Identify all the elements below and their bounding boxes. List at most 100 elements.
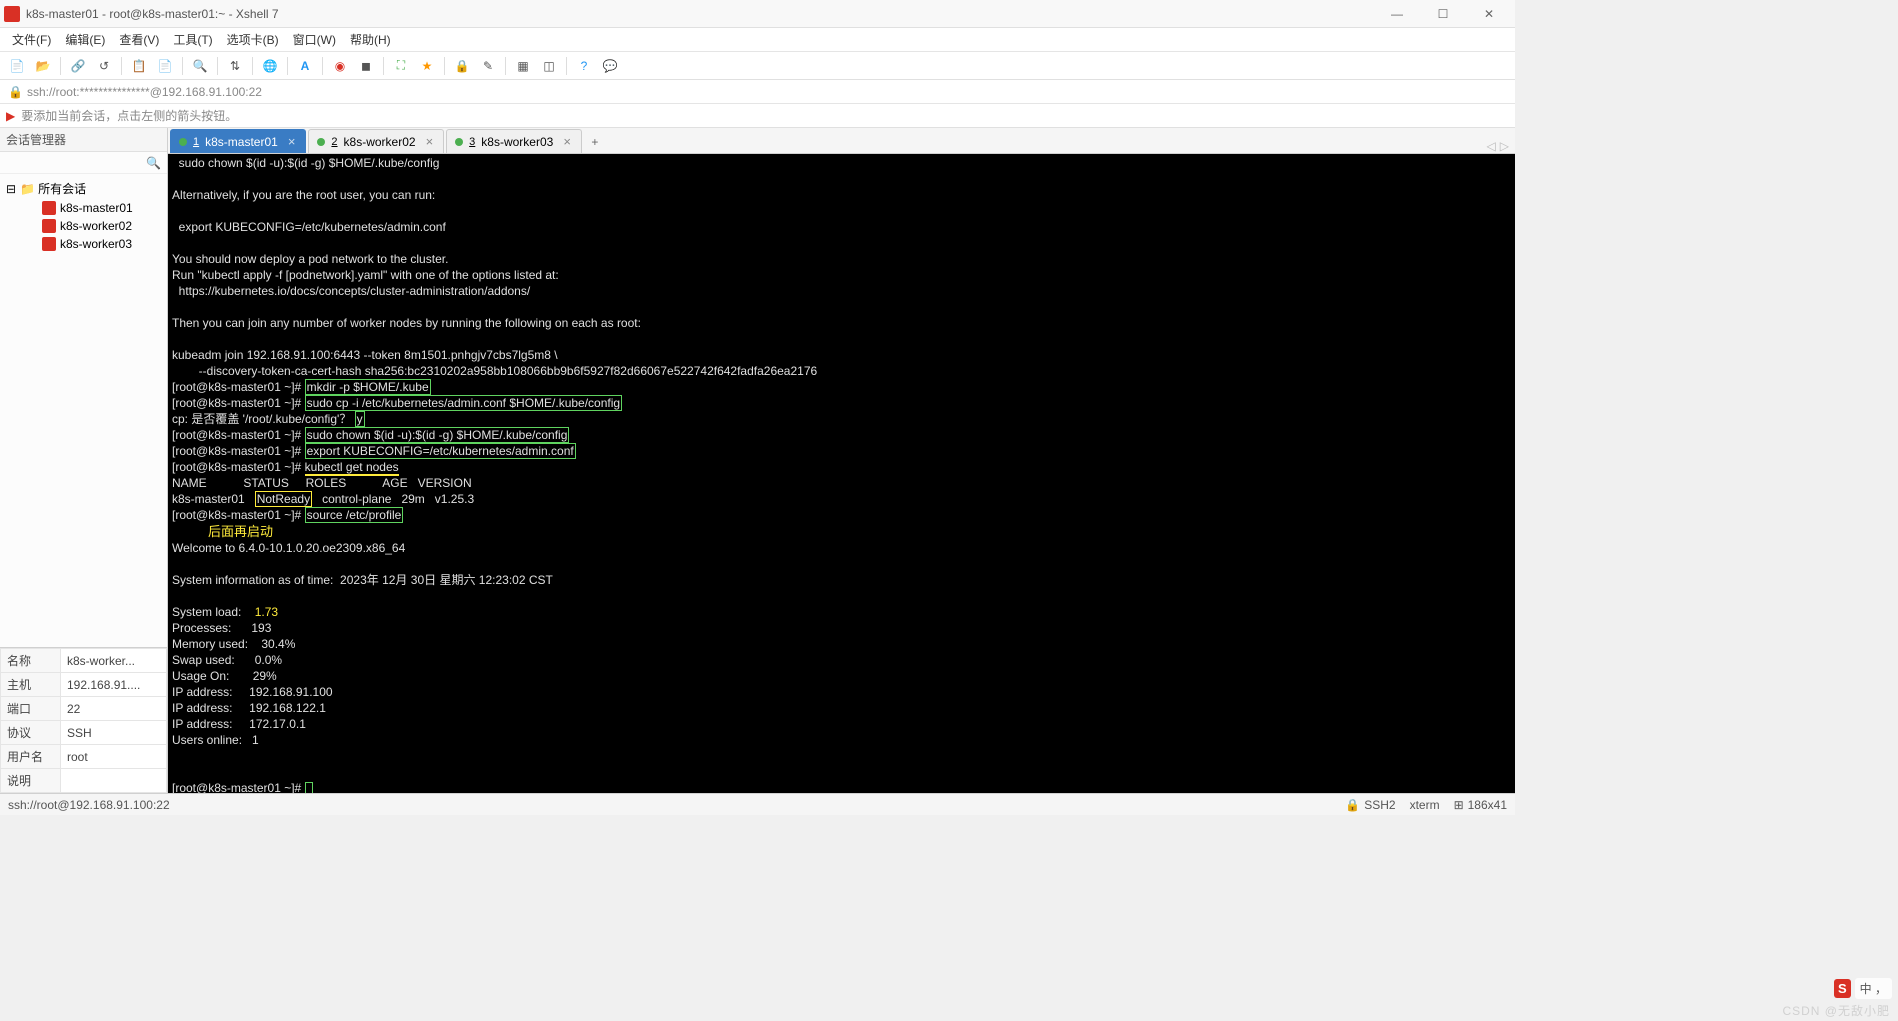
tab-prev-icon[interactable]: ◁ [1487,139,1496,153]
term-prompt: [root@k8s-master01 ~]# [172,396,305,410]
tab-close-icon[interactable]: × [288,134,296,149]
term-line: Usage On: 29% [172,669,277,683]
address-text: ssh://root:***************@192.168.91.10… [27,85,262,99]
term-line: sudo chown $(id -u):$(id -g) $HOME/.kube… [172,156,439,170]
toolbar-sep [566,57,567,75]
tab-next-icon[interactable]: ▷ [1500,139,1509,153]
term-node: k8s-master01 [172,492,255,506]
term-cmd: sudo chown $(id -u):$(id -g) $HOME/.kube… [305,427,570,443]
open-icon[interactable]: 📂 [32,55,54,77]
toolbar-sep [322,57,323,75]
watermark: CSDN @无敌小肥 [1782,1002,1890,1019]
term-line: export KUBECONFIG=/etc/kubernetes/admin.… [172,220,446,234]
fullscreen-icon[interactable]: ⛶ [390,55,412,77]
status-term: xterm [1410,798,1440,812]
tree-session-item[interactable]: k8s-worker02 [2,217,165,235]
favorite-icon[interactable]: ★ [416,55,438,77]
term-node-rest: control-plane 29m v1.25.3 [312,492,474,506]
stop-icon[interactable]: ◼ [355,55,377,77]
prop-row: 主机192.168.91.... [1,673,167,697]
address-bar[interactable]: 🔒 ssh://root:***************@192.168.91.… [0,80,1515,104]
prop-key: 名称 [1,649,61,673]
term-label: System load: [172,605,255,619]
term-line: IP address: 192.168.122.1 [172,701,326,715]
menu-view[interactable]: 查看(V) [113,29,165,50]
term-line: Then you can join any number of worker n… [172,316,641,330]
tab-add-button[interactable]: + [584,131,606,153]
sidebar-search[interactable]: 🔍 [0,152,167,174]
close-button[interactable]: ✕ [1467,1,1511,27]
help-icon[interactable]: ? [573,55,595,77]
menu-file[interactable]: 文件(F) [6,29,57,50]
chat-icon[interactable]: 💬 [599,55,621,77]
tab-close-icon[interactable]: × [426,134,434,149]
window-controls: — ☐ ✕ [1375,1,1511,27]
tab-label: k8s-master01 [205,135,278,149]
term-line: Alternatively, if you are the root user,… [172,188,435,202]
terminal-cursor [305,782,313,793]
split-icon[interactable]: ◫ [538,55,560,77]
term-line: kubeadm join 192.168.91.100:6443 --token… [172,348,558,362]
paste-icon[interactable]: 📄 [154,55,176,77]
tree-root[interactable]: ⊟ 📁 所有会话 [2,178,165,199]
menubar: 文件(F) 编辑(E) 查看(V) 工具(T) 选项卡(B) 窗口(W) 帮助(… [0,28,1515,52]
tab-session[interactable]: 2 k8s-worker02 × [308,129,444,153]
grid-icon: ⊞ [1454,798,1464,812]
status-dot-icon [455,138,463,146]
menu-edit[interactable]: 编辑(E) [59,29,111,50]
app-icon [4,6,20,22]
tab-number: 2 [331,136,337,148]
minimize-button[interactable]: — [1375,1,1419,27]
window-title: k8s-master01 - root@k8s-master01:~ - Xsh… [26,7,1375,21]
session-label: k8s-worker03 [60,237,132,251]
reconnect-icon[interactable]: ↺ [93,55,115,77]
menu-tools[interactable]: 工具(T) [167,29,218,50]
menu-window[interactable]: 窗口(W) [287,29,342,50]
menu-tabs[interactable]: 选项卡(B) [221,29,285,50]
prop-row: 用户名root [1,745,167,769]
new-session-icon[interactable]: 📄 [6,55,28,77]
content-area: 1 k8s-master01 × 2 k8s-worker02 × 3 k8s-… [168,128,1515,793]
lock-icon[interactable]: 🔒 [451,55,473,77]
prop-val: k8s-worker... [61,649,167,673]
term-line: Swap used: 0.0% [172,653,282,667]
tab-session[interactable]: 3 k8s-worker03 × [446,129,582,153]
tab-nav: ◁ ▷ [1487,139,1515,153]
search-icon[interactable]: 🔍 [189,55,211,77]
term-cmd: mkdir -p $HOME/.kube [305,379,431,395]
link-icon[interactable]: 🔗 [67,55,89,77]
record-icon[interactable]: ◉ [329,55,351,77]
search-icon: 🔍 [146,156,161,170]
tree-session-item[interactable]: k8s-worker03 [2,235,165,253]
status-bar: ssh://root@192.168.91.100:22 🔒SSH2 xterm… [0,793,1515,815]
prop-val: SSH [61,721,167,745]
status-left: ssh://root@192.168.91.100:22 [8,798,1345,812]
font-icon[interactable]: A [294,55,316,77]
copy-icon[interactable]: 📋 [128,55,150,77]
term-line: cp: 是否覆盖 '/root/.kube/config'？ [172,412,355,426]
term-line: IP address: 192.168.91.100 [172,685,333,699]
maximize-button[interactable]: ☐ [1421,1,1465,27]
tab-number: 3 [469,136,475,148]
prop-val: 192.168.91.... [61,673,167,697]
tree-session-item[interactable]: k8s-master01 [2,199,165,217]
sidebar: 会话管理器 🔍 ⊟ 📁 所有会话 k8s-master01 k8s-worker… [0,128,168,793]
term-line: Memory used: 30.4% [172,637,295,651]
prop-val [61,769,167,793]
tab-session[interactable]: 1 k8s-master01 × [170,129,306,153]
terminal[interactable]: sudo chown $(id -u):$(id -g) $HOME/.kube… [168,154,1515,793]
menu-help[interactable]: 帮助(H) [344,29,397,50]
ime-text: 中 ， [1855,978,1892,999]
prop-val: 22 [61,697,167,721]
transfer-icon[interactable]: ⇅ [224,55,246,77]
term-cmd: export KUBECONFIG=/etc/kubernetes/admin.… [305,443,576,459]
term-prompt: [root@k8s-master01 ~]# [172,460,305,474]
prop-row: 名称k8s-worker... [1,649,167,673]
globe-icon[interactable]: 🌐 [259,55,281,77]
tab-close-icon[interactable]: × [563,134,571,149]
term-prompt: [root@k8s-master01 ~]# [172,428,305,442]
term-line: You should now deploy a pod network to t… [172,252,448,266]
layout-icon[interactable]: ▦ [512,55,534,77]
highlight-icon[interactable]: ✎ [477,55,499,77]
toolbar-sep [217,57,218,75]
